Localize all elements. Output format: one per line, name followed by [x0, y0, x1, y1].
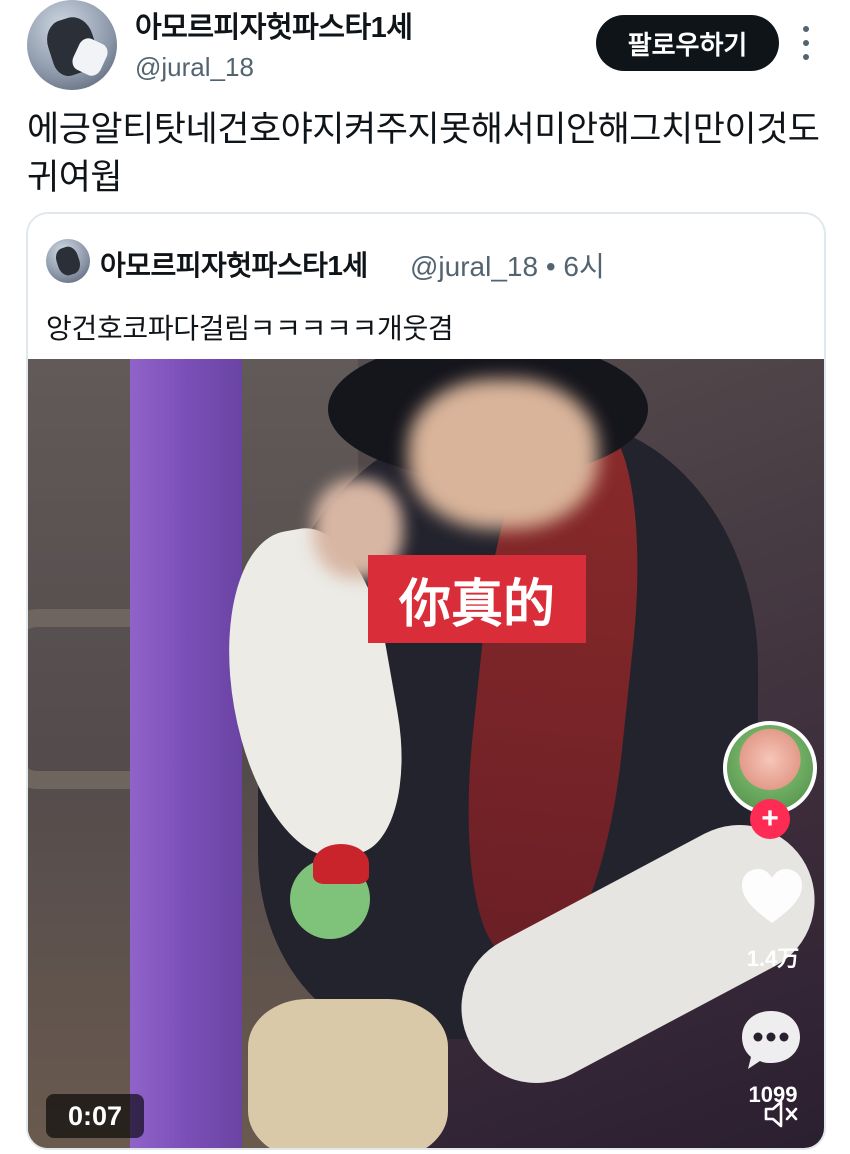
video-toy-santa-hat — [313, 844, 369, 884]
heart-icon[interactable] — [740, 867, 804, 925]
quoted-author-avatar — [46, 239, 90, 283]
video-player[interactable]: 你真的 + 1.4万 1099 0:07 — [28, 359, 824, 1148]
video-caption: 你真的 — [368, 555, 586, 643]
video-purple-pillar — [130, 359, 242, 1148]
follow-creator-plus-button[interactable]: + — [750, 799, 790, 839]
author-display-name[interactable]: 아모르피자헛파스타1세 — [135, 4, 413, 46]
like-count: 1.4万 — [746, 946, 800, 971]
quoted-author-handle-time: @jural_18 • 6시 — [410, 251, 605, 282]
video-lower-figure — [248, 999, 448, 1148]
quoted-post-text: 앙건호코파다걸림ㅋㅋㅋㅋㅋ개웃겸 — [46, 313, 454, 344]
author-handle[interactable]: @jural_18 — [135, 52, 254, 83]
more-vertical-icon[interactable] — [798, 26, 814, 60]
author-avatar[interactable] — [27, 0, 117, 90]
quoted-post-card[interactable]: 아모르피자헛파스타1세 @jural_18 • 6시 앙건호코파다걸림ㅋㅋㅋㅋㅋ… — [26, 212, 826, 1150]
quoted-author-display-name: 아모르피자헛파스타1세 — [100, 250, 368, 281]
comment-icon[interactable] — [738, 1007, 804, 1073]
video-duration-badge: 0:07 — [46, 1094, 144, 1138]
video-blurred-face — [408, 379, 598, 529]
follow-button[interactable]: 팔로우하기 — [596, 15, 779, 71]
post-text: 에긍알티탓네건호야지켜주지못해서미안해그치만이것도 귀여웝 — [27, 110, 820, 197]
muted-speaker-icon[interactable] — [763, 1099, 801, 1129]
